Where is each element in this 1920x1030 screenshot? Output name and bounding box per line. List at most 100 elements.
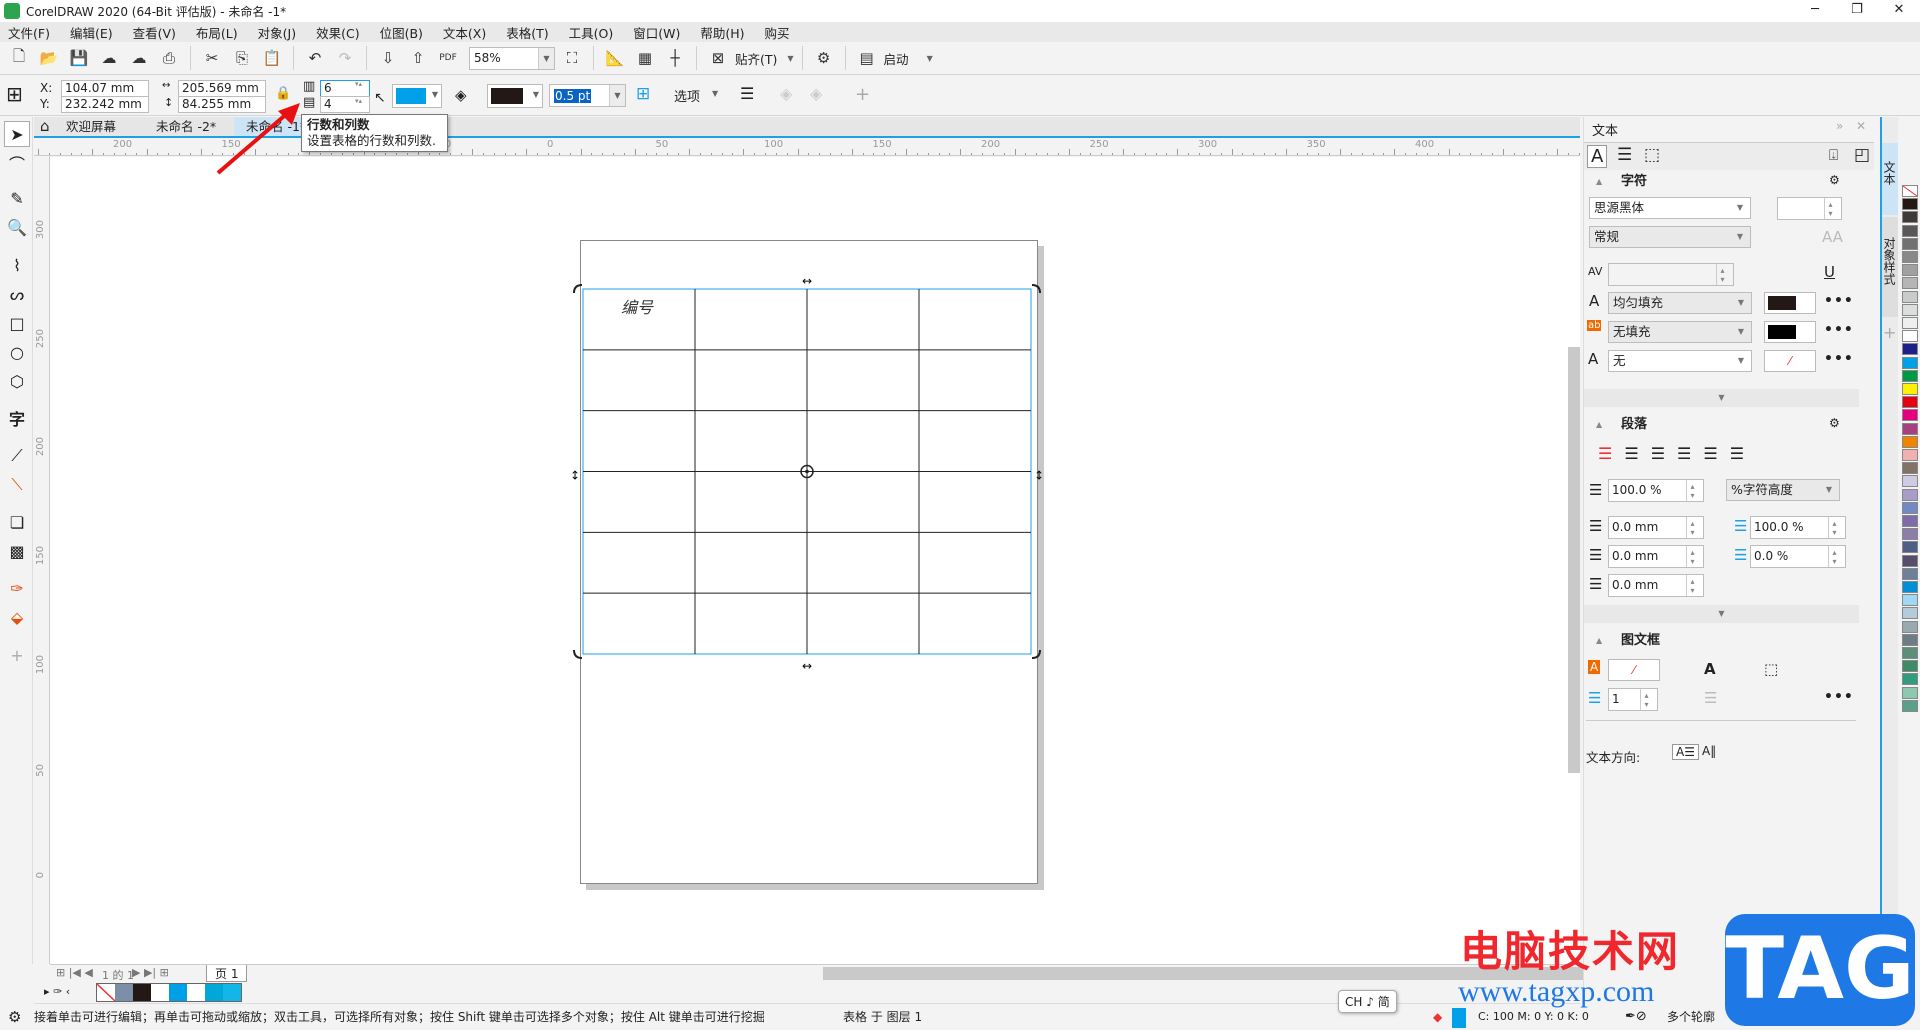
status-settings-gear-icon[interactable]: ⚙ xyxy=(8,1004,21,1030)
to-front-icon[interactable]: ◈ xyxy=(780,84,792,103)
palette-swatch[interactable] xyxy=(1902,660,1918,673)
document-palette-eyedropper-icon[interactable]: ▸ ✑ ‹ xyxy=(44,985,70,998)
frame-fill-color-picker[interactable]: ⁄ xyxy=(1608,659,1660,681)
document-palette-swatch[interactable] xyxy=(223,984,241,1001)
options-gear-icon[interactable]: ⚙ xyxy=(811,45,837,71)
guidelines-icon[interactable]: ┼ xyxy=(662,45,688,71)
palette-swatch[interactable] xyxy=(1902,554,1918,567)
alignment-buttons[interactable]: ☰☰☰☰☰☰ xyxy=(1598,444,1756,463)
more-options-icon[interactable]: ••• xyxy=(1824,351,1854,367)
expand-character-button[interactable]: ▼ xyxy=(1584,389,1859,407)
no-align-icon[interactable]: ☰ xyxy=(1598,444,1624,463)
rulers-icon[interactable]: 📐 xyxy=(602,45,628,71)
font-case-icon[interactable]: AA xyxy=(1822,228,1843,246)
fill-color-picker[interactable]: ▼ xyxy=(392,84,442,108)
ime-indicator[interactable]: CH ♪ 简 xyxy=(1338,990,1397,1013)
menu-window[interactable]: 窗口(W) xyxy=(633,23,680,42)
minimize-button[interactable]: ─ xyxy=(1800,0,1830,22)
object-origin-icon[interactable]: ⊞ xyxy=(6,84,23,104)
expand-paragraph-button[interactable]: ▼ xyxy=(1584,605,1859,623)
ellipse-tool-icon[interactable]: ○ xyxy=(4,339,30,365)
kerning-field[interactable] xyxy=(1608,263,1734,286)
outline-width-select[interactable]: 0.5 pt ▼ xyxy=(549,84,626,107)
column-settings-icon[interactable]: ☰ xyxy=(1704,689,1717,707)
drop-shadow-tool-icon[interactable]: ❏ xyxy=(4,509,30,535)
launch-menu[interactable]: 启动 xyxy=(884,49,909,68)
horizontal-text-icon[interactable]: A☰ xyxy=(1672,744,1699,760)
more-options-icon[interactable]: ••• xyxy=(1824,293,1854,309)
undo-icon[interactable]: ↶ xyxy=(302,45,328,71)
menu-table[interactable]: 表格(T) xyxy=(506,23,548,42)
y-position-field[interactable]: 232.242 mm xyxy=(61,96,149,113)
palette-swatch[interactable] xyxy=(1902,224,1918,237)
page-tab[interactable]: 页 1 xyxy=(206,965,248,982)
to-back-icon[interactable]: ◈ xyxy=(810,84,822,103)
edit-fill-icon[interactable]: ◈ xyxy=(455,86,467,104)
align-right-icon[interactable]: ☰ xyxy=(1677,444,1703,463)
document-palette-swatch[interactable] xyxy=(133,984,151,1001)
side-tab-object-styles[interactable]: 对象样式 xyxy=(1882,217,1898,317)
rows-spinner[interactable]: ▾▴ xyxy=(355,80,362,88)
palette-swatch[interactable] xyxy=(1902,356,1918,369)
rows-field[interactable]: 6 xyxy=(320,80,370,97)
add-tab-icon[interactable]: + xyxy=(1883,323,1896,342)
palette-swatch[interactable] xyxy=(1902,343,1918,356)
crop-tool-icon[interactable]: ✎ xyxy=(4,185,30,211)
vertical-alignment-icon[interactable]: A xyxy=(1704,660,1716,678)
frame-columns-field[interactable]: 1 xyxy=(1608,688,1658,711)
right-indent-field[interactable]: 0.0 mm xyxy=(1608,574,1704,597)
vertical-ruler[interactable]: 300 250 200 150 100 50 0 xyxy=(34,156,50,964)
paste-icon[interactable]: 📋 xyxy=(259,45,285,71)
font-style-select[interactable]: 常规 ▼ xyxy=(1589,226,1751,248)
snap-off-icon[interactable]: ⊠ xyxy=(705,45,731,71)
cloud-upload-icon[interactable]: ☁ xyxy=(126,45,152,71)
palette-swatch[interactable] xyxy=(1902,396,1918,409)
menu-file[interactable]: 文件(F) xyxy=(8,23,50,42)
zoom-tool-icon[interactable]: 🔍 xyxy=(4,214,30,240)
print-icon[interactable]: ⎙ xyxy=(156,45,182,71)
interactive-fill-tool-icon[interactable]: ⬙ xyxy=(4,604,30,630)
docker-collapse-icon[interactable]: » xyxy=(1836,119,1843,133)
menu-effects[interactable]: 效果(C) xyxy=(316,23,359,42)
text-fill-color-picker[interactable] xyxy=(1764,292,1816,314)
palette-swatch[interactable] xyxy=(1902,211,1918,224)
palette-swatch[interactable] xyxy=(1902,607,1918,620)
vertical-scrollbar[interactable] xyxy=(1568,347,1580,773)
grid-icon[interactable]: ▦ xyxy=(632,45,658,71)
columns-field[interactable]: 4 xyxy=(320,96,370,113)
docker-close-icon[interactable]: ✕ xyxy=(1856,119,1866,133)
tab-welcome[interactable]: 欢迎屏幕 xyxy=(54,117,144,136)
palette-swatch[interactable] xyxy=(1902,567,1918,580)
underline-icon[interactable]: U xyxy=(1824,263,1835,281)
font-select[interactable]: 思源黑体 ▼ xyxy=(1589,197,1751,219)
align-center-icon[interactable]: ☰ xyxy=(1651,444,1677,463)
palette-swatch[interactable] xyxy=(1902,277,1918,290)
palette-swatch[interactable] xyxy=(1902,303,1918,316)
section-settings-gear-icon[interactable]: ⚙ xyxy=(1829,173,1840,187)
side-tab-text[interactable]: 文本 xyxy=(1882,143,1898,215)
background-fill-color-picker[interactable] xyxy=(1764,321,1816,343)
document-palette-swatch[interactable] xyxy=(205,984,223,1001)
redo-icon[interactable]: ↷ xyxy=(332,45,358,71)
save-icon[interactable]: 💾 xyxy=(66,45,92,71)
dimension-tool-icon[interactable]: ⟋ xyxy=(4,443,30,469)
character-section-header[interactable]: 字符 xyxy=(1584,170,1859,194)
more-options-icon[interactable]: ••• xyxy=(1824,689,1854,705)
add-tool-icon[interactable]: + xyxy=(4,642,30,668)
palette-swatch[interactable] xyxy=(1902,264,1918,277)
before-paragraph-field[interactable]: 100.0 % xyxy=(1750,516,1846,539)
character-mode-icon[interactable]: A xyxy=(1587,145,1608,168)
import-icon[interactable]: ⇩ xyxy=(375,45,401,71)
palette-swatch[interactable] xyxy=(1902,699,1918,712)
add-icon[interactable]: + xyxy=(855,84,870,105)
palette-swatch[interactable] xyxy=(1902,369,1918,382)
palette-swatch[interactable] xyxy=(1902,515,1918,527)
outline-color-picker[interactable]: ▼ xyxy=(487,84,543,108)
menu-text[interactable]: 文本(X) xyxy=(443,23,486,42)
menu-bitmaps[interactable]: 位图(B) xyxy=(380,23,423,42)
palette-swatch[interactable] xyxy=(1902,475,1918,488)
palette-swatch[interactable] xyxy=(1902,449,1918,461)
palette-swatch[interactable] xyxy=(1902,594,1918,607)
palette-swatch[interactable] xyxy=(1902,383,1918,395)
new-document-icon[interactable]: 🗋 xyxy=(6,45,32,71)
